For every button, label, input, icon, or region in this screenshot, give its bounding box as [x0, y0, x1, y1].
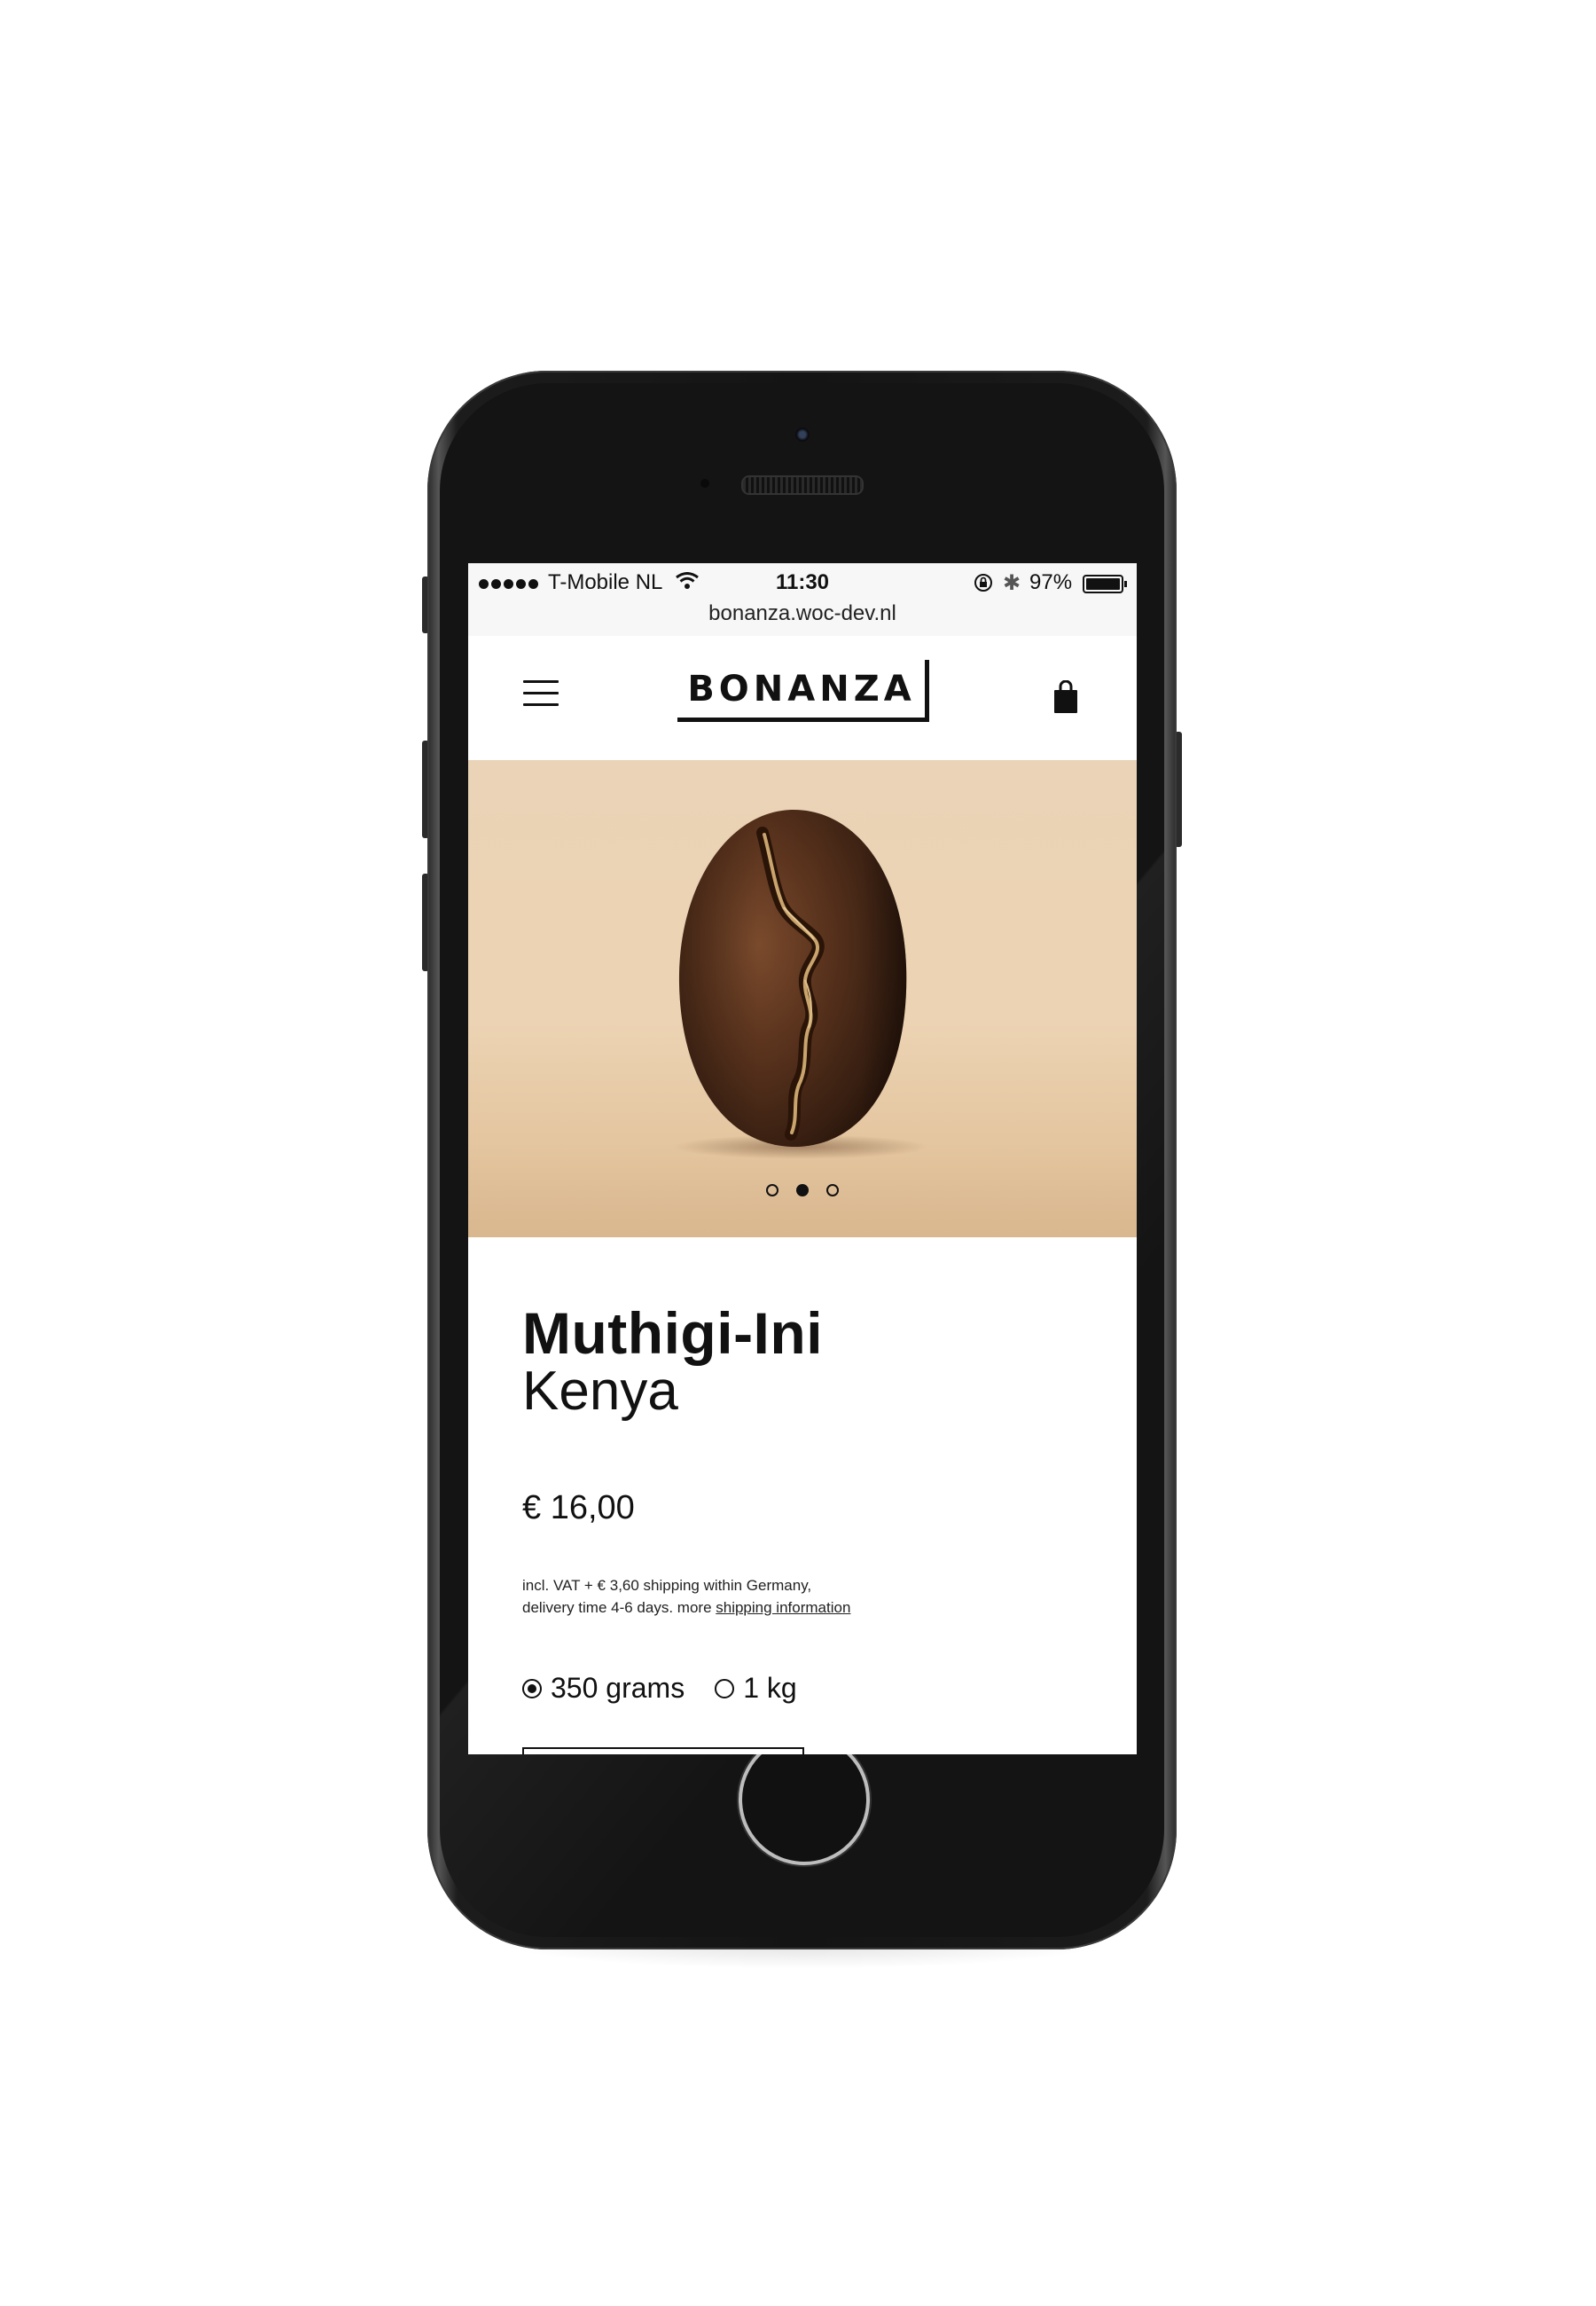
product-image-carousel[interactable]: [468, 760, 1137, 1237]
logo-bracket: [925, 660, 929, 722]
coffee-bean-image: [678, 810, 907, 1148]
carousel-dot-2[interactable]: [796, 1184, 809, 1196]
radio-1kg[interactable]: [715, 1678, 735, 1698]
shopping-bag-icon[interactable]: [1052, 680, 1080, 714]
radio-350g[interactable]: [522, 1678, 542, 1698]
battery-percent: 97%: [1029, 570, 1073, 594]
earpiece-speaker: [741, 475, 864, 495]
front-camera: [795, 427, 810, 442]
shipping-info: incl. VAT + € 3,60 shipping within Germa…: [522, 1574, 859, 1619]
logo-underline: [677, 718, 929, 722]
size-option-label: 350 grams: [551, 1672, 685, 1704]
site-logo[interactable]: BONANZA: [670, 660, 933, 722]
product-name: Muthigi-Ini: [522, 1300, 824, 1366]
status-bar: T-Mobile NL 11:30 ✱ 97% bonanza.woc-dev.…: [468, 563, 1137, 637]
carousel-dot-3[interactable]: [826, 1184, 839, 1196]
carousel-dot-1[interactable]: [766, 1184, 778, 1196]
product-details: Muthigi-Ini Kenya € 16,00 incl. VAT + € …: [468, 1237, 1137, 1754]
proximity-sensor: [700, 479, 709, 488]
add-to-cart-button[interactable]: [522, 1747, 804, 1754]
site-header: BONANZA: [468, 636, 1137, 760]
phone-screen: T-Mobile NL 11:30 ✱ 97% bonanza.woc-dev.…: [468, 563, 1137, 1754]
rotation-lock-icon: [974, 574, 992, 592]
size-options: 350 grams 1 kg: [522, 1672, 827, 1705]
product-origin: Kenya: [522, 1361, 678, 1422]
hamburger-menu-icon[interactable]: [523, 680, 559, 707]
size-option-350g[interactable]: 350 grams: [522, 1672, 685, 1705]
battery-icon: [1083, 575, 1127, 593]
bluetooth-icon: ✱: [1003, 571, 1021, 595]
carousel-pagination: [468, 1184, 1137, 1196]
logo-text: BONANZA: [687, 669, 916, 710]
address-bar-url[interactable]: bonanza.woc-dev.nl: [468, 601, 1137, 626]
shipping-information-link[interactable]: shipping information: [716, 1599, 850, 1616]
product-price: € 16,00: [522, 1489, 635, 1526]
size-option-1kg[interactable]: 1 kg: [715, 1672, 797, 1705]
size-option-label: 1 kg: [743, 1672, 797, 1704]
